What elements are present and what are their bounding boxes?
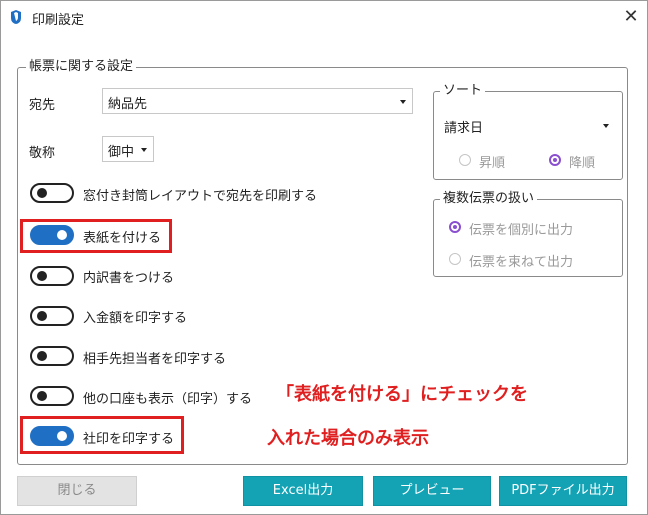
toggle-knob [37,188,47,198]
toggle-label-cover: 表紙を付ける [83,231,162,246]
toggle-knob [37,271,47,281]
radio-ascending[interactable] [459,154,471,166]
group-legend: 帳票に関する設定 [26,59,137,75]
title-bar: 印刷設定 ✕ [1,1,647,33]
toggle-contact-person[interactable] [30,346,74,366]
window-title: 印刷設定 [32,13,85,28]
excel-export-button[interactable]: Excel出力 [243,476,363,506]
chevron-down-icon [603,124,609,128]
radio-descending[interactable] [549,154,561,166]
sort-value: 請求日 [444,121,484,136]
annotation-line-2: 入れた場合のみ表示 [267,428,429,449]
chevron-down-icon [400,100,406,104]
print-settings-window: 印刷設定 ✕ 帳票に関する設定 宛先 納品先 敬称 御中 窓付き封筒レイアウトで… [0,0,648,515]
destination-value: 納品先 [108,97,148,112]
group-legend: 複数伝票の扱い [440,191,538,207]
preview-button[interactable]: プレビュー [373,476,491,506]
radio-individual-output[interactable] [449,221,461,233]
radio-label-individual-output: 伝票を個別に出力 [469,223,574,238]
toggle-cover[interactable] [30,225,74,245]
toggle-company-seal[interactable] [30,426,74,446]
annotation-line-1: 「表紙を付ける」にチェックを [276,384,528,405]
toggle-label-company-seal: 社印を印字する [83,432,175,447]
toggle-knob [37,391,47,401]
toggle-label-window-envelope: 窓付き封筒レイアウトで宛先を印刷する [83,189,318,204]
radio-label-ascending: 昇順 [479,156,506,171]
toggle-label-other-accounts: 他の口座も表示（印字）する [83,392,253,407]
toggle-knob [57,230,67,240]
honorific-value: 御中 [108,145,135,160]
radio-bundled-output[interactable] [449,253,461,265]
pdf-export-button[interactable]: PDFファイル出力 [499,476,627,506]
toggle-label-breakdown: 内訳書をつける [83,271,175,286]
toggle-knob [37,351,47,361]
group-legend: ソート [440,83,486,99]
close-icon[interactable]: ✕ [618,4,644,30]
close-button[interactable]: 閉じる [17,476,137,506]
honorific-label: 敬称 [29,146,56,161]
toggle-window-envelope[interactable] [30,183,74,203]
toggle-label-contact-person: 相手先担当者を印字する [83,352,227,367]
destination-select[interactable]: 納品先 [102,88,413,114]
radio-label-descending: 降順 [569,156,596,171]
toggle-label-payment-amount: 入金額を印字する [83,311,188,326]
destination-label: 宛先 [29,98,56,113]
toggle-payment-amount[interactable] [30,306,74,326]
sort-select[interactable]: 請求日 [438,112,616,138]
toggle-knob [37,311,47,321]
toggle-breakdown[interactable] [30,266,74,286]
chevron-down-icon [141,148,147,152]
radio-label-bundled-output: 伝票を束ねて出力 [469,255,574,270]
toggle-other-accounts[interactable] [30,386,74,406]
app-logo-icon [11,10,21,24]
toggle-knob [57,431,67,441]
honorific-select[interactable]: 御中 [102,136,154,162]
